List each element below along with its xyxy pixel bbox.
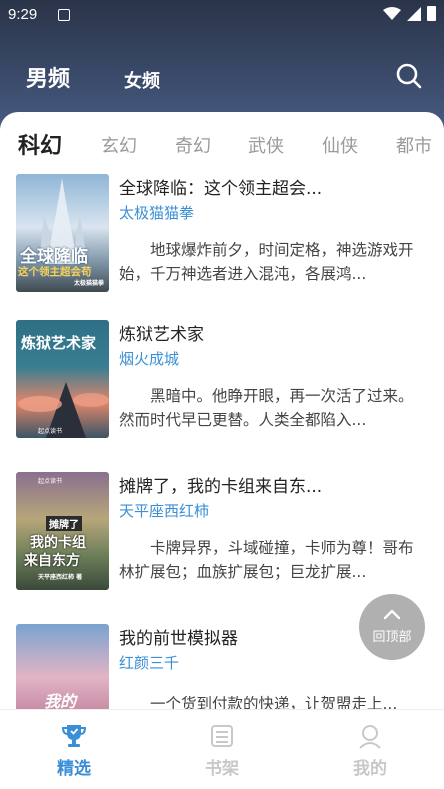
book-title[interactable]: 摊牌了，我的卡组来自东... [119,472,322,497]
category-tab-xianxia[interactable]: 仙侠 [322,132,358,158]
book-item[interactable]: 全球降临 这个领主超会苟 太极猫猫拳 全球降临：这个领主超会... 太极猫猫拳 … [0,174,444,304]
status-time: 9:29 [8,6,38,23]
book-description: 地球爆炸前夕，时间定格，神选游戏开始，千万神选者进入混沌，各展鸿... [119,241,414,283]
cover-badge: 起点读书 [38,428,63,435]
search-icon[interactable] [396,63,422,89]
book-cover[interactable]: 全球降临 这个领主超会苟 太极猫猫拳 [16,174,109,292]
notification-icon [58,9,70,21]
cover-subtitle: 这个领主超会苟 [18,266,92,278]
book-description: 卡牌异界，斗域碰撞，卡师为尊！哥布林扩展包；血族扩展包；巨龙扩展... [119,539,414,581]
book-description: 黑暗中。他睁开眼，再一次活了过来。然而时代早已更替。人类全都陷入... [119,387,414,429]
nav-bookshelf[interactable]: 书架 [182,722,262,779]
wifi-icon [383,6,401,20]
cellular-icon [407,6,421,21]
category-tabs: 科幻 玄幻 奇幻 武侠 仙侠 都市 [0,128,444,162]
status-icons [383,6,436,21]
category-tab-scifi[interactable]: 科幻 [18,128,62,160]
back-to-top-button[interactable]: 回顶部 [359,594,425,660]
bottom-nav: 精选 书架 我的 [0,709,444,789]
book-author[interactable]: 太极猫猫拳 [119,202,194,223]
book-cover[interactable]: 起点读书 摊牌了 我的卡组 来自东方 天平座西红柿 著 [16,472,109,590]
book-item[interactable]: 起点读书 摊牌了 我的卡组 来自东方 天平座西红柿 著 摊牌了，我的卡组来自东.… [0,472,444,602]
category-tab-xuanhuan[interactable]: 玄幻 [101,132,137,158]
category-tab-wuxia[interactable]: 武侠 [248,132,284,158]
cover-title-line2: 我的卡组 [30,535,86,551]
battery-icon [427,6,436,21]
cover-author: 太极猫猫拳 [74,280,105,287]
cover-title-line1: 摊牌了 [46,516,82,531]
book-title[interactable]: 炼狱艺术家 [119,320,204,345]
book-author[interactable]: 红颜三千 [119,652,179,673]
tab-female[interactable]: 女频 [124,67,160,93]
back-to-top-label: 回顶部 [372,630,412,645]
category-tab-urban[interactable]: 都市 [396,132,432,158]
nav-featured[interactable]: 精选 [34,722,114,779]
cover-badge: 起点读书 [38,478,63,485]
cover-title: 炼狱艺术家 [21,334,97,352]
book-item[interactable]: 炼狱艺术家 起点读书 炼狱艺术家 烟火成城 黑暗中。他睁开眼，再一次活了过来。然… [0,320,444,450]
cover-author: 天平座西红柿 著 [38,574,83,581]
book-cover[interactable]: 炼狱艺术家 起点读书 [16,320,109,438]
book-title[interactable]: 我的前世模拟器 [119,624,238,649]
trophy-icon [61,725,87,747]
bookshelf-icon [211,725,233,747]
nav-profile[interactable]: 我的 [330,722,410,779]
cover-title-line3: 来自东方 [24,553,80,569]
book-author[interactable]: 烟火成城 [119,348,179,369]
category-tab-fantasy[interactable]: 奇幻 [175,132,211,158]
book-author[interactable]: 天平座西红柿 [119,500,209,521]
book-title[interactable]: 全球降临：这个领主超会... [119,174,322,199]
tab-male[interactable]: 男频 [26,61,70,93]
gender-tabs: 男频 女频 [0,55,444,99]
user-icon [359,725,381,749]
nav-bookshelf-label: 书架 [205,759,239,779]
status-bar: 9:29 [0,0,444,30]
chevron-up-icon [383,609,401,620]
nav-profile-label: 我的 [353,759,387,779]
book-cover[interactable]: 我的 [16,624,109,712]
nav-featured-label: 精选 [57,759,91,779]
